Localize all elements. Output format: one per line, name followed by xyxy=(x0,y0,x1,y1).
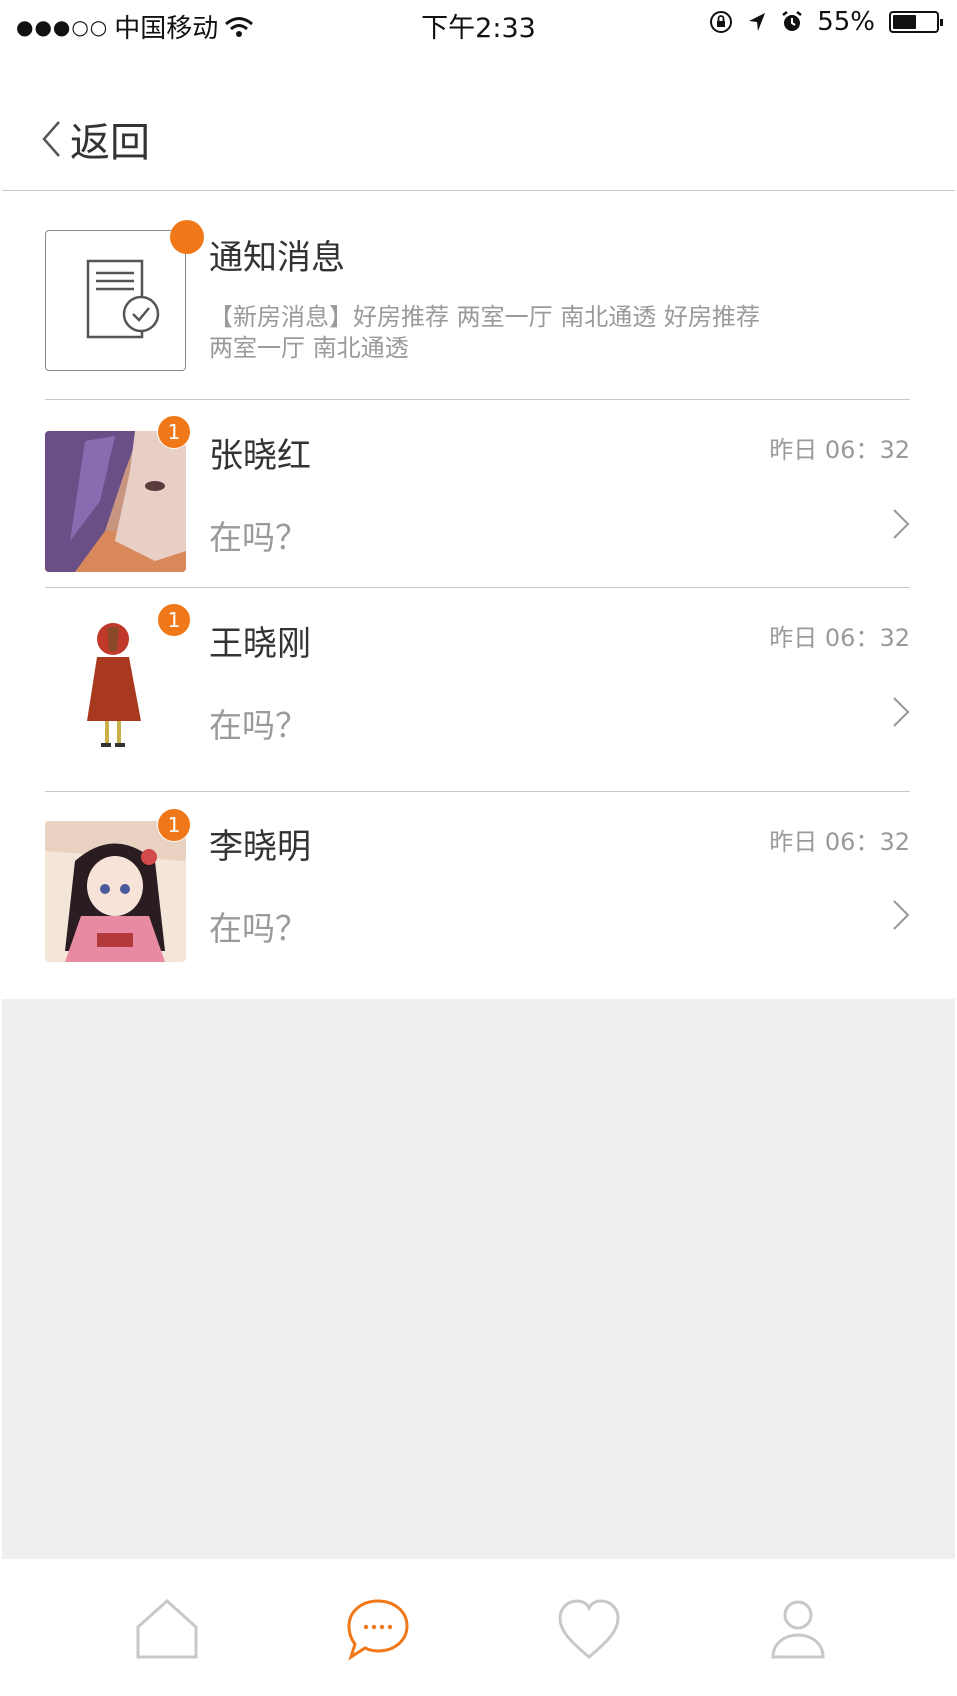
contact-name: 张晓红 xyxy=(209,436,311,476)
heart-icon xyxy=(558,1599,620,1659)
message-preview: 在吗？ xyxy=(209,518,308,557)
unread-badge: 1 xyxy=(157,808,191,842)
notice-title: 通知消息 xyxy=(209,238,345,278)
document-check-icon xyxy=(86,259,160,339)
message-preview: 在吗？ xyxy=(209,909,308,948)
message-list: 通知消息 【新房消息】好房推荐 两室一厅 南北通透 好房推荐 两室一厅 南北通透… xyxy=(0,191,957,999)
battery-percent: 55% xyxy=(817,7,875,37)
conversation-item[interactable]: 1 张晓红 昨日 06：32 在吗？ xyxy=(45,400,910,604)
chevron-right-icon xyxy=(893,900,910,930)
notice-unread-dot xyxy=(170,220,204,254)
notice-thumbnail xyxy=(45,230,186,371)
empty-area xyxy=(2,999,955,1559)
location-arrow-icon xyxy=(749,13,766,31)
notice-text: 【新房消息】好房推荐 两室一厅 南北通透 好房推荐 两室一厅 南北通透 xyxy=(209,303,760,362)
message-preview: 在吗？ xyxy=(209,706,308,745)
nav-bar: 返回 xyxy=(0,90,957,190)
tab-home[interactable] xyxy=(132,1594,202,1664)
chevron-right-icon xyxy=(893,697,910,727)
battery-level-fill xyxy=(893,15,917,29)
conversation-item[interactable]: 1 李晓明 昨日 06：32 在吗？ xyxy=(45,792,910,996)
avatar-image-2 xyxy=(45,619,186,760)
tab-bar xyxy=(0,1559,957,1696)
message-icon xyxy=(347,1599,409,1661)
tab-favorites[interactable] xyxy=(554,1594,624,1664)
orientation-lock-icon xyxy=(710,11,733,33)
unread-badge: 1 xyxy=(157,415,191,449)
back-label: 返回 xyxy=(70,120,150,166)
chevron-right-icon xyxy=(893,509,910,539)
screen: ●●●○○ 中国移动 下午2:33 55% 返回 通知消息 【新房消息】好房推荐… xyxy=(0,0,957,1696)
avatar-image-1 xyxy=(45,431,186,572)
message-time: 昨日 06：32 xyxy=(769,436,910,464)
user-icon xyxy=(771,1600,825,1659)
message-time: 昨日 06：32 xyxy=(769,624,910,652)
tab-profile[interactable] xyxy=(763,1594,833,1664)
contact-name: 李晓明 xyxy=(209,827,311,867)
message-time: 昨日 06：32 xyxy=(769,828,910,856)
notice-row[interactable]: 通知消息 【新房消息】好房推荐 两室一厅 南北通透 好房推荐 两室一厅 南北通透 xyxy=(45,220,910,376)
status-bar: ●●●○○ 中国移动 下午2:33 55% xyxy=(0,0,957,46)
avatar-image-3 xyxy=(45,821,186,962)
home-icon xyxy=(136,1598,198,1659)
tab-messages[interactable] xyxy=(343,1594,413,1664)
chevron-left-icon xyxy=(42,121,60,157)
unread-badge: 1 xyxy=(157,603,191,637)
contact-name: 王晓刚 xyxy=(209,624,311,664)
back-button[interactable]: 返回 xyxy=(40,110,150,168)
avatar xyxy=(45,821,186,962)
avatar xyxy=(45,431,186,572)
avatar xyxy=(45,619,186,760)
status-right: 55% xyxy=(709,7,943,37)
battery-icon xyxy=(889,11,943,33)
alarm-icon xyxy=(782,11,802,31)
conversation-item[interactable]: 1 王晓刚 昨日 06：32 在吗？ xyxy=(45,588,910,792)
